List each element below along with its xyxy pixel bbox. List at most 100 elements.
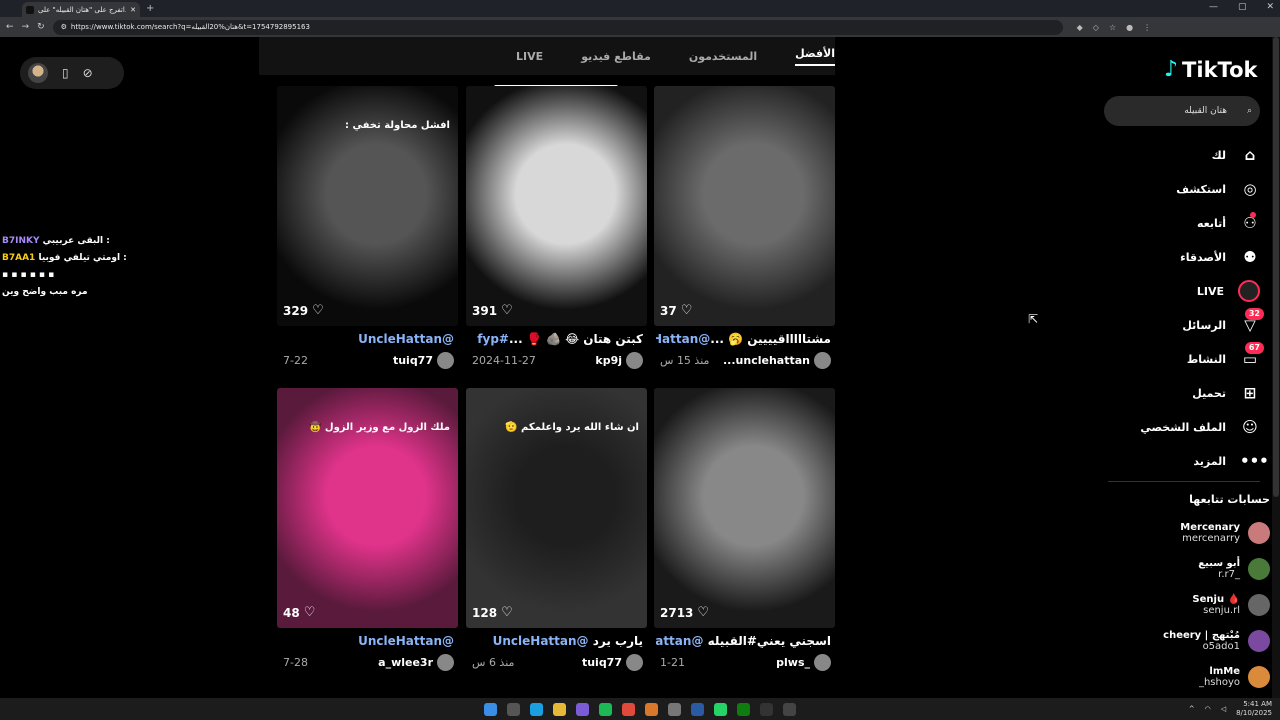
new-tab-icon[interactable]: + [146,3,154,14]
close-window-icon[interactable]: ✕ [1266,2,1274,12]
tab-top[interactable]: الأفضل [795,47,835,66]
video-author[interactable]: kp9j [595,352,643,369]
maximize-icon[interactable]: ▢ [1238,2,1247,12]
chat-text: مره مبب واضح وين [2,287,88,297]
avatar[interactable] [437,352,454,369]
reload-icon[interactable]: ↻ [37,22,45,32]
back-icon[interactable]: ← [6,22,14,32]
app-icon[interactable] [783,702,796,716]
star-icon[interactable]: ☆ [1109,23,1116,32]
avatar[interactable] [1248,558,1270,580]
description-tag[interactable]: @UncleHattan [656,332,710,346]
extension-icon[interactable]: ◇ [1093,23,1099,32]
address-bar[interactable]: ⚙ https://www.tiktok.com/search?q=هتان%2… [52,19,1063,35]
video-thumbnail[interactable]: افشل محاولة تخفي : 329 ♡ [277,86,458,326]
scrollbar-thumb[interactable] [1273,37,1279,497]
avatar[interactable] [28,63,48,83]
tab-live[interactable]: LIVE [516,50,543,63]
tray-chevron-icon[interactable]: ^ [1189,705,1195,713]
tab-videos[interactable]: مقاطع فيديو [581,50,651,63]
menu-icon[interactable]: ⋮ [1143,23,1151,32]
discord-icon[interactable] [576,702,589,716]
following-item[interactable]: Senju 🩸 senju.rl [1110,587,1270,623]
wifi-icon[interactable]: ◠ [1205,705,1211,713]
sidebar-item[interactable]: الأصدقاء ⚉ [1110,240,1260,274]
video-thumbnail[interactable]: 37 ♡ [654,86,835,326]
browser-toolbar: ← → ↻ ⚙ https://www.tiktok.com/search?q=… [0,17,1280,37]
video-description[interactable]: @UncleHattan [279,634,454,648]
sidebar-item[interactable]: الملف الشخصي ☺ [1110,410,1260,444]
tab-users[interactable]: المستخدمون [689,50,757,63]
extension-icon[interactable]: ◆ [1077,23,1083,32]
description-tag[interactable]: #fyp [477,332,509,346]
sidebar-item[interactable]: استكشف ◎ [1110,172,1260,206]
video-thumbnail[interactable]: ملك الزول مع وزير الزول 🤠 48 ♡ [277,388,458,628]
windows-start-icon[interactable] [484,702,497,716]
avatar[interactable] [814,654,831,671]
sidebar-item[interactable]: لك ⌂ [1110,138,1260,172]
whatsapp-icon[interactable] [714,702,727,716]
following-item[interactable]: Mercenary mercenarry [1110,515,1270,551]
following-item[interactable]: أبو سبيع r.r7_ [1110,551,1270,587]
clock[interactable]: 5:41 AM 8/10/2025 [1236,700,1272,718]
avatar[interactable] [626,654,643,671]
description-tag[interactable]: @UncleHattan [358,634,454,648]
close-tab-icon[interactable]: ✕ [130,6,136,14]
sidebar-item[interactable]: LIVE [1110,274,1260,308]
app-icon[interactable] [668,702,681,716]
video-description[interactable]: اسجني يعني#القبيله @UncleHattan [656,634,831,648]
video-author[interactable]: unclehattan... [723,352,831,369]
phone-icon[interactable]: ▯ [62,66,69,80]
description-tag[interactable]: @UncleHattan [656,634,703,648]
steam-icon[interactable] [691,702,704,716]
description-tag[interactable]: @UncleHattan [358,332,454,346]
avatar[interactable] [1248,594,1270,616]
description-text: كبتن هتان 😂 🪨 🥊 ... [508,332,643,346]
following-item[interactable]: lmMe _hshoyo [1110,659,1270,695]
xbox-icon[interactable] [737,702,750,716]
app-icon[interactable] [760,702,773,716]
task-view-icon[interactable] [507,702,520,716]
page-scrollbar[interactable] [1272,37,1280,698]
sidebar-item[interactable]: أتابعه ⚇ [1110,206,1260,240]
avatar[interactable] [1248,522,1270,544]
video-author[interactable]: _plws [776,654,831,671]
tiktok-logo[interactable]: ♪ TikTok [1164,57,1257,82]
site-info-icon[interactable]: ⚙ [61,23,67,31]
browser-tab[interactable]: اتفرج على "هتان القبيله" على... ✕ [22,2,140,17]
description-tag[interactable]: @UncleHattan [493,634,589,648]
avatar[interactable] [1248,666,1270,688]
avatar[interactable] [437,654,454,671]
video-thumbnail[interactable]: 2713 ♡ [654,388,835,628]
volume-icon[interactable]: ◁ [1221,705,1226,713]
minimize-icon[interactable]: — [1209,2,1218,12]
avatar[interactable] [814,352,831,369]
video-description[interactable]: مشتاااااقيييين 🥱 ...@UncleHattan [656,332,831,346]
search-icon[interactable]: ⌕ [1247,106,1252,116]
description-text: اسجني يعني#القبيله [703,634,831,648]
video-author[interactable]: tuiq77 [582,654,643,671]
compass-icon[interactable]: ⊘ [83,66,93,80]
spotify-icon[interactable] [599,702,612,716]
video-author[interactable]: a_wlee3r [378,654,454,671]
video-author[interactable]: tuiq77 [393,352,454,369]
following-item[interactable]: cheery | مُبْتهج o5ado1 [1110,623,1270,659]
search-input[interactable]: هتان القبيله ⌕ [1104,96,1260,126]
video-thumbnail[interactable]: ان شاء الله يرد واعلمكم 🫡 128 ♡ [466,388,647,628]
profile-icon[interactable]: ● [1126,23,1133,32]
video-description[interactable]: يارب يرد @UncleHattan [468,634,643,648]
video-description[interactable]: @UncleHattan [279,332,454,346]
forward-icon[interactable]: → [22,22,30,32]
app-icon[interactable] [645,702,658,716]
sidebar-item[interactable]: المزيد ••• [1110,444,1268,478]
avatar[interactable] [1248,630,1270,652]
avatar[interactable] [626,352,643,369]
sidebar-item[interactable]: الرسائل ▽ 32 [1110,308,1264,342]
video-description[interactable]: كبتن هتان 😂 🪨 🥊 ...#fyp [468,332,643,346]
explorer-icon[interactable] [553,702,566,716]
sidebar-item[interactable]: النشاط ▭ 67 [1110,342,1264,376]
app-icon[interactable] [622,702,635,716]
sidebar-item[interactable]: تحميل ⊞ [1110,376,1260,410]
video-thumbnail[interactable]: 391 ♡ [466,86,647,326]
edge-icon[interactable] [530,702,543,716]
